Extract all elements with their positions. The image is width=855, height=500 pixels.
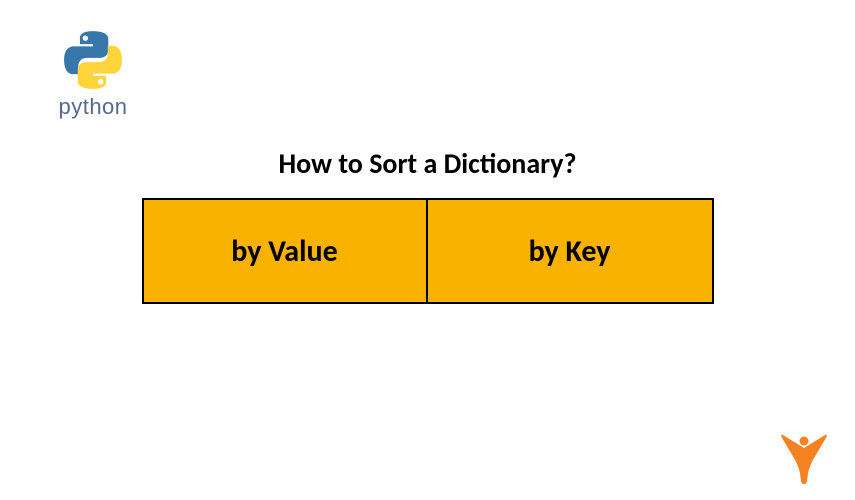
python-logo-icon [63, 30, 123, 90]
option-by-key: by Key [428, 200, 712, 302]
corner-logo [779, 434, 829, 484]
python-logo-label: python [58, 94, 127, 120]
person-logo-icon [779, 434, 829, 484]
python-logo: python [48, 30, 138, 120]
page-title: How to Sort a Dictionary? [0, 146, 855, 181]
option-by-value: by Value [144, 200, 428, 302]
options-row: by Value by Key [142, 198, 714, 304]
